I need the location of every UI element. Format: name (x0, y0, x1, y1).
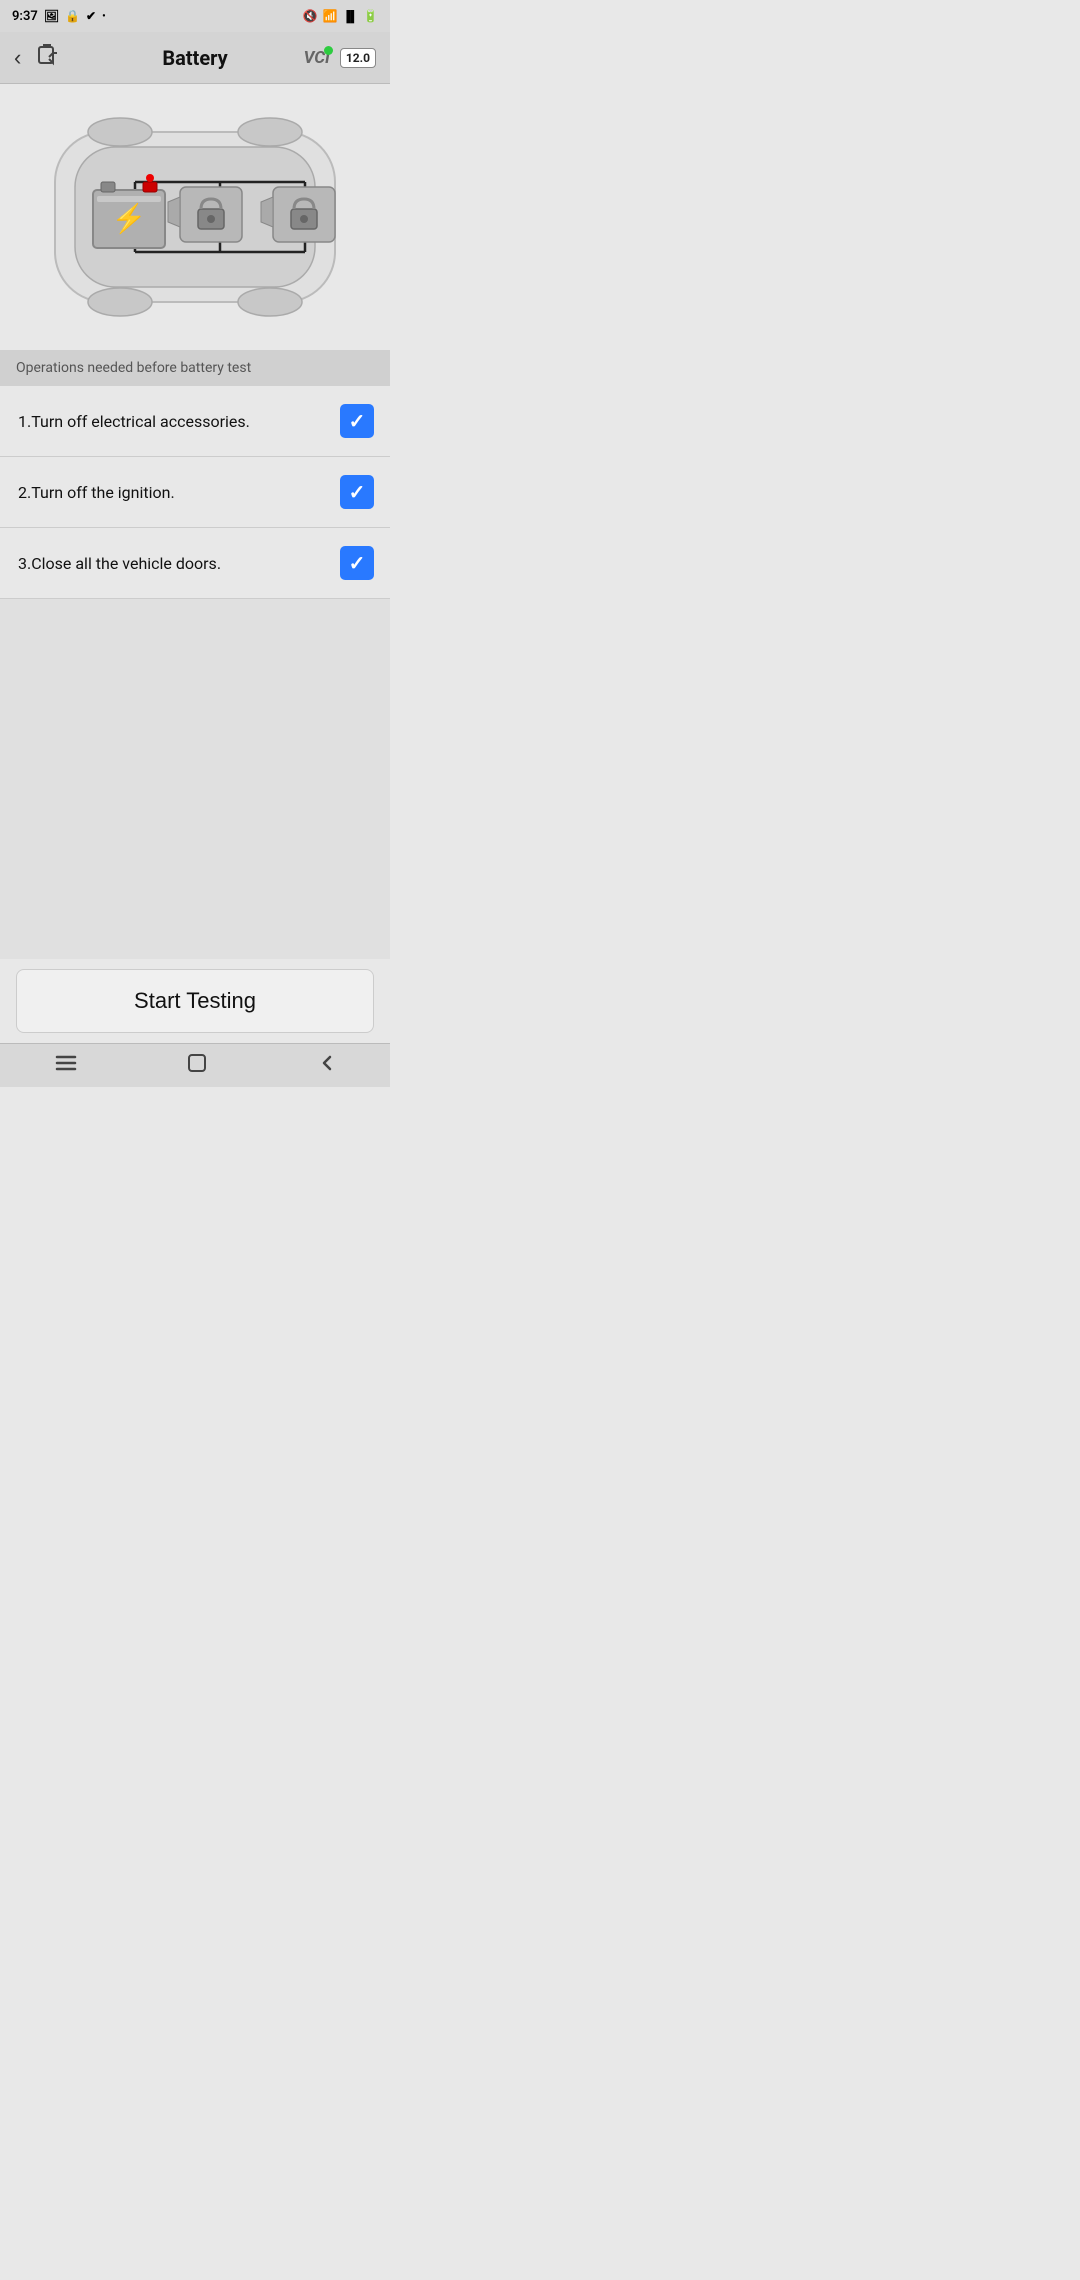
voltage-value: 12.0 (346, 51, 370, 65)
status-bar: 9:37 🖼 🔒 ✔ • 🔇 📶 ▐▌ 🔋 (0, 0, 390, 32)
checklist-container: 1.Turn off electrical accessories. 2.Tur… (0, 386, 390, 599)
lock-icon: 🔒 (65, 9, 80, 23)
status-left: 9:37 🖼 🔒 ✔ • (12, 9, 106, 24)
checklist-text-1: 1.Turn off electrical accessories. (18, 412, 340, 431)
mute-icon: 🔇 (303, 9, 318, 23)
wifi-icon: 📶 (323, 9, 338, 23)
nav-left: ‹ (14, 43, 59, 73)
checklist-text-3: 3.Close all the vehicle doors. (18, 554, 340, 573)
time-display: 9:37 (12, 9, 38, 24)
voltage-display: 12.0 (340, 48, 376, 68)
status-right: 🔇 📶 ▐▌ 🔋 (303, 9, 378, 23)
checklist-item-3[interactable]: 3.Close all the vehicle doors. (0, 528, 390, 599)
checklist-item-1[interactable]: 1.Turn off electrical accessories. (0, 386, 390, 457)
operations-header-text: Operations needed before battery test (16, 360, 251, 376)
nav-right: VCI 12.0 (304, 48, 376, 68)
checkbox-2[interactable] (340, 475, 374, 509)
bottom-home-button[interactable] (162, 1046, 232, 1086)
operations-header: Operations needed before battery test (0, 350, 390, 386)
battery-icon: 🔋 (363, 9, 378, 23)
dot-icon: • (102, 11, 106, 22)
signal-icon: ▐▌ (342, 10, 358, 23)
start-testing-button[interactable]: Start Testing (16, 969, 374, 1033)
main-content: ⚡ (0, 84, 390, 1043)
export-button[interactable] (35, 43, 59, 73)
vci-indicator: VCI (304, 48, 330, 68)
checklist-text-2: 2.Turn off the ignition. (18, 483, 340, 502)
checklist-item-2[interactable]: 2.Turn off the ignition. (0, 457, 390, 528)
car-diagram-area: ⚡ (0, 84, 390, 350)
photo-icon: 🖼 (44, 9, 59, 23)
car-diagram: ⚡ (25, 102, 365, 332)
checkbox-3[interactable] (340, 546, 374, 580)
svg-text:⚡: ⚡ (112, 202, 147, 235)
checkbox-1[interactable] (340, 404, 374, 438)
page-title: Battery (162, 46, 227, 70)
vci-connected-dot (324, 46, 333, 55)
check-icon: ✔ (86, 9, 96, 23)
nav-bar: ‹ Battery VCI 12.0 (0, 32, 390, 84)
back-button[interactable]: ‹ (14, 47, 21, 69)
bottom-menu-button[interactable] (30, 1048, 102, 1084)
bottom-back-button[interactable] (292, 1047, 360, 1085)
bottom-nav (0, 1043, 390, 1087)
empty-content-area (0, 599, 390, 959)
